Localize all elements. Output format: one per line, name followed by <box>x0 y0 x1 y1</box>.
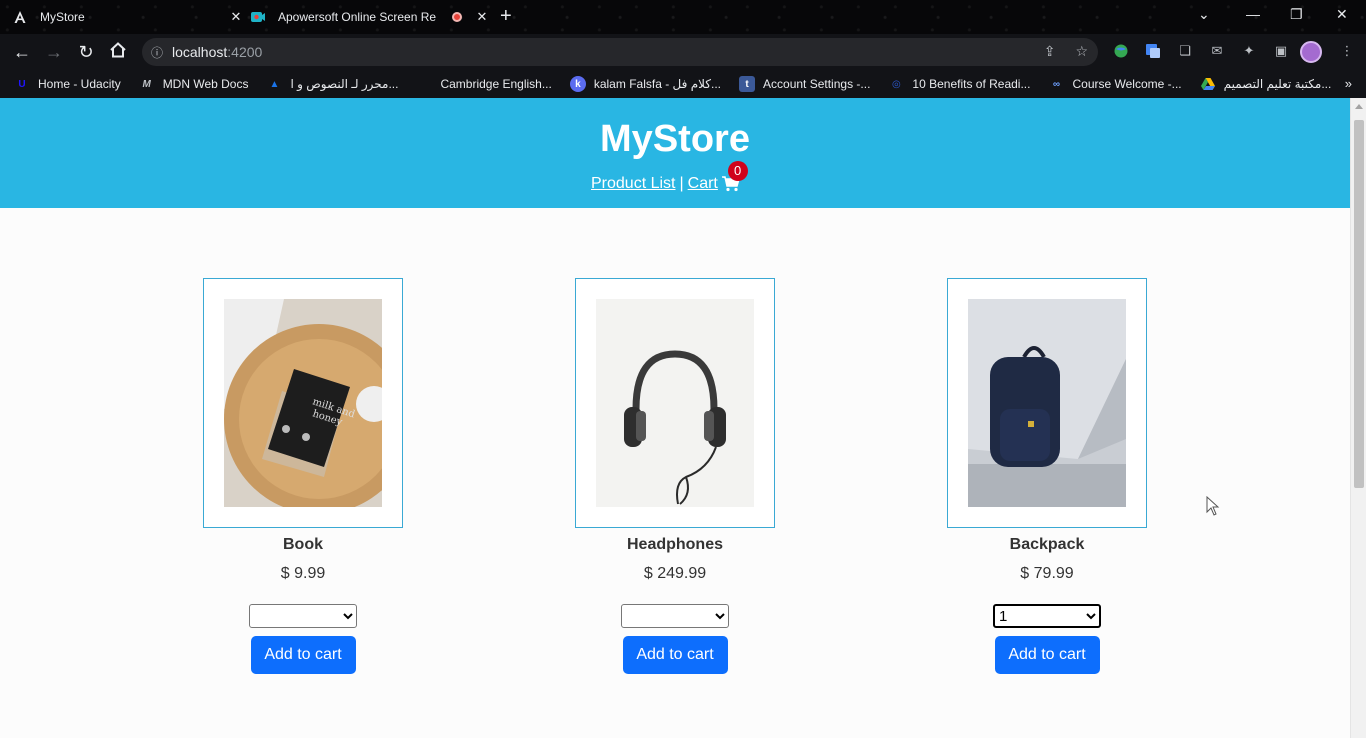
recorder-icon <box>250 9 266 25</box>
add-to-cart-button[interactable]: Add to cart <box>622 636 728 674</box>
close-window-button[interactable]: ✕ <box>1336 6 1348 23</box>
close-icon[interactable]: ✕ <box>228 9 244 25</box>
product-price: $ 249.99 <box>643 565 707 582</box>
tab-title: MyStore <box>40 10 85 24</box>
new-tab-button[interactable]: + <box>500 6 512 26</box>
cart-count-badge: 0 <box>727 161 748 181</box>
menu-kebab-icon[interactable]: ⋮ <box>1338 43 1356 61</box>
address-url: localhost:4200 <box>172 44 263 60</box>
course-icon: ∞ <box>1052 78 1061 90</box>
store-title: MyStore <box>600 118 750 160</box>
page-viewport: MyStore Product List | Cart 0 milk and h… <box>0 98 1350 738</box>
restore-button[interactable]: ❐ <box>1290 6 1303 23</box>
puzzle-icon[interactable]: ✦ <box>1240 43 1258 61</box>
scrollbar-thumb[interactable] <box>1354 120 1364 488</box>
scroll-up-arrow-icon[interactable] <box>1355 104 1363 109</box>
product-name: Headphones <box>626 536 723 553</box>
mouse-cursor-icon <box>1206 496 1220 516</box>
quantity-select[interactable] <box>249 604 357 628</box>
close-icon[interactable]: ✕ <box>474 9 490 25</box>
bookmark-item[interactable]: مكتبة تعليم التصميم... <box>1200 76 1331 92</box>
bookmark-item[interactable]: U Home - Udacity <box>14 76 120 92</box>
reload-button[interactable]: ↻ <box>74 41 98 63</box>
add-to-cart-button[interactable]: Add to cart <box>250 636 356 674</box>
bookmarks-bar: U Home - Udacity M MDN Web Docs ▲ محرر ل… <box>0 70 1366 98</box>
translate-icon[interactable] <box>1144 43 1162 61</box>
product-price: $ 79.99 <box>1020 565 1074 582</box>
angular-icon <box>12 9 28 25</box>
tab-search-icon[interactable]: ⌄ <box>1198 6 1210 23</box>
nav-separator: | <box>679 175 684 192</box>
bookmark-item[interactable]: k kalam Falsfa - كلام فل... <box>569 76 721 92</box>
add-to-cart-button[interactable]: Add to cart <box>994 636 1100 674</box>
quantity-select[interactable] <box>621 604 729 628</box>
kalam-icon: k <box>569 76 586 92</box>
browser-toolbar: ← → ↻ ⓘ localhost:4200 ⇪ ☆ ❏ ✉ ✦ ▣ ⋮ <box>0 34 1366 70</box>
product-image-frame[interactable] <box>575 278 775 528</box>
book-image: milk and honey <box>224 299 382 507</box>
home-icon <box>110 42 126 58</box>
product-name: Backpack <box>1009 536 1085 553</box>
address-bar[interactable]: ⓘ localhost:4200 ⇪ ☆ <box>142 38 1098 66</box>
more-bookmarks-icon[interactable]: » <box>1345 76 1352 91</box>
nav-product-list-link[interactable]: Product List <box>591 175 675 193</box>
product-price: $ 9.99 <box>280 565 326 582</box>
minimize-button[interactable]: — <box>1246 6 1260 22</box>
drive-icon <box>1200 76 1216 92</box>
backpack-image <box>968 299 1126 507</box>
bookmark-item[interactable]: ∞ Course Welcome -... <box>1048 76 1182 92</box>
sidepanel-icon[interactable]: ▣ <box>1272 43 1290 61</box>
product-name: Book <box>283 536 323 553</box>
extension-copy-icon[interactable]: ❏ <box>1176 43 1194 61</box>
nav-cart-link[interactable]: Cart 0 <box>688 161 748 193</box>
product-image-frame[interactable]: milk and honey <box>203 278 403 528</box>
bookmark-item[interactable]: t Account Settings -... <box>739 76 870 92</box>
home-button[interactable] <box>106 41 130 63</box>
share-icon[interactable]: ⇪ <box>1044 43 1056 60</box>
mail-icon[interactable]: ✉ <box>1208 43 1226 61</box>
product-card-book: milk and honey Book $ 9.99 Add to cart <box>203 278 403 674</box>
headphones-image <box>596 299 754 507</box>
store-nav: Product List | Cart 0 <box>591 161 748 193</box>
bookmark-item[interactable]: Cambridge English... <box>416 76 551 92</box>
profile-avatar[interactable] <box>1300 41 1322 63</box>
page-scrollbar[interactable] <box>1350 98 1366 738</box>
benefits-icon: ◎ <box>892 78 901 90</box>
udacity-icon: U <box>18 78 26 90</box>
bookmark-item[interactable]: M MDN Web Docs <box>139 76 249 92</box>
product-card-headphones: Headphones $ 249.99 Add to cart <box>575 278 775 674</box>
editor-icon: ▲ <box>269 78 280 90</box>
product-card-backpack: Backpack $ 79.99 1 Add to cart <box>947 278 1147 674</box>
browser-tab-strip: MyStore ✕ Apowersoft Online Screen Re ✕ … <box>0 0 1366 34</box>
mdn-icon: M <box>142 78 151 90</box>
bookmark-item[interactable]: ▲ محرر لـ النصوص و ا... <box>266 76 399 92</box>
extension-globe-icon[interactable] <box>1112 43 1130 61</box>
nav-cart-label[interactable]: Cart <box>688 175 718 193</box>
site-info-icon[interactable]: ⓘ <box>142 44 172 61</box>
tab-title: Apowersoft Online Screen Re <box>278 10 437 24</box>
cambridge-icon <box>416 76 432 92</box>
account-icon: t <box>739 76 756 92</box>
bookmark-item[interactable]: ◎ 10 Benefits of Readi... <box>888 76 1030 92</box>
back-button[interactable]: ← <box>10 41 34 63</box>
forward-button[interactable]: → <box>42 41 66 63</box>
recording-indicator-icon <box>452 12 462 22</box>
store-header: MyStore Product List | Cart 0 <box>0 98 1350 208</box>
tab-apowersoft[interactable]: Apowersoft Online Screen Re ✕ <box>250 4 490 30</box>
quantity-select[interactable]: 1 <box>993 604 1101 628</box>
product-image-frame[interactable] <box>947 278 1147 528</box>
bookmark-star-icon[interactable]: ☆ <box>1075 43 1088 60</box>
tab-mystore[interactable]: MyStore ✕ <box>12 4 244 30</box>
